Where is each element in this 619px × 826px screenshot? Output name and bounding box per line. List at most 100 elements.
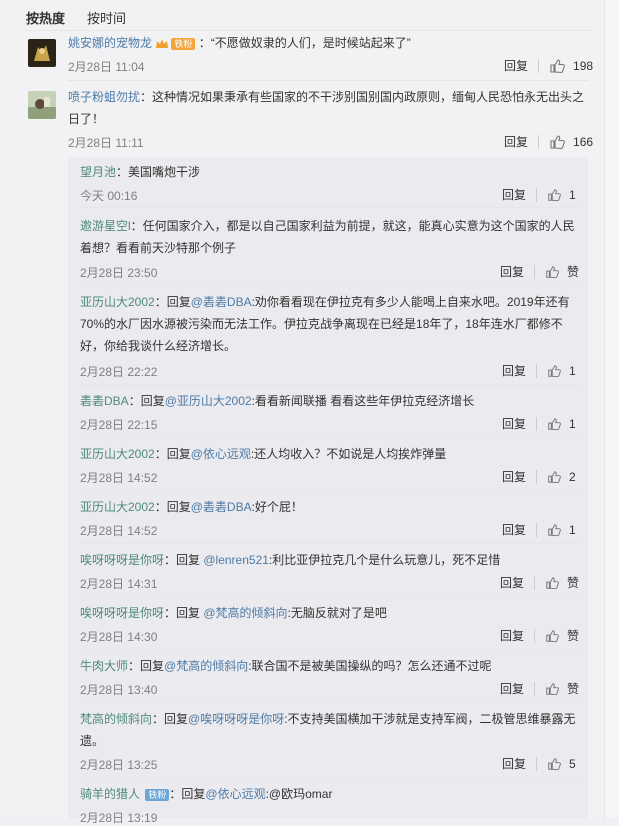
reply-mention[interactable]: @砉砉DBA [191, 295, 252, 309]
reply-username[interactable]: 邀游星空l [80, 219, 131, 233]
reply-button[interactable]: 回复 [504, 57, 528, 74]
reply-actions: 回复 1 [502, 521, 576, 538]
like-button[interactable]: 1 [547, 364, 576, 378]
reply-button[interactable]: 回复 [502, 521, 526, 538]
like-button[interactable]: 赞 [545, 263, 579, 280]
like-label: 赞 [567, 576, 580, 590]
reply-time: 2月28日 14:31 [80, 577, 158, 591]
tab-sort-hot[interactable]: 按热度 [26, 8, 65, 27]
reply-body: :不支持美国横加干涉就是支持军阀，二极管思维暴露无 [284, 712, 576, 726]
comment-body: ：“不愿做奴隶的人们，是时候站起来了” [198, 36, 411, 50]
reply-time: 今天 00:16 [80, 189, 138, 203]
like-count: 5 [569, 756, 576, 771]
reply-button[interactable]: 回复 [500, 574, 524, 591]
reply-body-cont: 好，你给我谈什么经济增长。 [80, 339, 237, 353]
reply-button[interactable]: 回复 [500, 627, 524, 644]
like-button[interactable]: 198 [549, 58, 593, 74]
reply-mention[interactable]: @依心远观 [205, 787, 265, 801]
reply-username[interactable]: 唉呀呀呀是你呀 [80, 553, 164, 567]
reply-username[interactable]: 唉呀呀呀是你呀 [80, 606, 164, 620]
reply-divider [80, 284, 580, 285]
reply-body: ：美国嘴炮干涉 [116, 165, 201, 179]
avatar[interactable] [28, 91, 56, 119]
like-count: 166 [573, 134, 594, 149]
reply-body-cont: 着想？看看前天沙特那个例子 [80, 241, 237, 255]
reply-text: 望月池：美国嘴炮干涉 [80, 161, 200, 183]
reply-prefix: ：回复 [128, 659, 165, 673]
like-button[interactable]: 1 [547, 417, 576, 431]
reply-mention[interactable]: @亚历山大2002 [165, 394, 252, 408]
comment-text: 喷子粉蛆勿扰：这种情况如果秉承有些国家的不干涉别国别国内政原则，缅甸人民恐怕永无… [68, 86, 588, 130]
like-button[interactable]: 1 [547, 188, 576, 202]
reply-username[interactable]: 望月池 [80, 165, 116, 179]
like-button[interactable]: 赞 [545, 627, 579, 644]
reply-prefix: ：回复 [164, 553, 204, 567]
like-button[interactable]: 166 [549, 134, 593, 150]
thumbs-up-icon [545, 629, 559, 643]
reply-button[interactable]: 回复 [502, 468, 526, 485]
thumbs-up-icon [545, 576, 559, 590]
reply-button[interactable]: 回复 [500, 263, 524, 280]
comment-username[interactable]: 姚安娜的宠物龙 [68, 36, 152, 50]
comment-body-cont: 日了！ [68, 112, 105, 126]
like-button[interactable]: 1 [547, 523, 576, 537]
fan-badge: 铁粉 [171, 37, 196, 50]
like-label: 赞 [567, 682, 580, 696]
comment-username[interactable]: 喷子粉蛆勿扰 [68, 90, 140, 104]
reply-mention[interactable]: @梵高的倾斜向 [203, 606, 287, 620]
like-button[interactable]: 2 [547, 470, 576, 484]
reply-username[interactable]: 砉砉DBA [80, 394, 129, 408]
reply-button[interactable]: 回复 [502, 755, 526, 772]
crown-icon [155, 38, 169, 50]
reply-text: 邀游星空l：任何国家介入，都是以自己国家利益为前提，就这，能真心实意为这个国家的… [80, 215, 580, 259]
reply-username[interactable]: 亚历山大2002 [80, 500, 155, 514]
reply-username[interactable]: 梵高的倾斜向 [80, 712, 152, 726]
reply-actions: 回复 1 [502, 186, 576, 203]
like-button[interactable]: 5 [547, 757, 576, 771]
reply-username[interactable]: 牛肉大师 [80, 659, 128, 673]
reply-mention[interactable]: @砉砉DBA [191, 500, 252, 514]
reply-divider [80, 702, 580, 703]
reply-mention[interactable]: @lenren521 [203, 553, 269, 567]
reply-username[interactable]: 骑羊的猎人 [80, 787, 140, 801]
thumbs-up-icon [547, 417, 561, 431]
like-count: 2 [569, 469, 576, 484]
thumbs-up-icon [545, 265, 559, 279]
reply-divider [80, 207, 580, 208]
reply-prefix: ：回复 [154, 295, 191, 309]
reply-text: 亚历山大2002：回复@砉砉DBA:好个屁！ [80, 496, 303, 518]
reply-username[interactable]: 亚历山大2002 [80, 295, 155, 309]
scrollbar[interactable] [604, 0, 619, 818]
avatar[interactable] [28, 39, 56, 67]
like-button[interactable]: 赞 [545, 574, 579, 591]
reply-actions: 回复 赞 [500, 263, 579, 280]
like-button[interactable]: 赞 [545, 680, 579, 697]
reply-body: :@欧玛omar [265, 787, 333, 801]
thumbs-up-icon [549, 58, 565, 74]
reply-body: :利比亚伊拉克几个是什么玩意儿，死不足惜 [268, 553, 501, 567]
reply-time: 2月28日 14:52 [80, 471, 158, 485]
reply-mention[interactable]: @唉呀呀呀是你呀 [188, 712, 284, 726]
reply-button[interactable]: 回复 [502, 186, 526, 203]
like-count: 1 [569, 187, 576, 202]
reply-body-cont: 遗。 [80, 734, 105, 748]
like-count: 1 [569, 416, 576, 431]
reply-actions: 回复 2 [502, 468, 576, 485]
reply-prefix: ：回复 [169, 787, 206, 801]
reply-button[interactable]: 回复 [500, 680, 524, 697]
like-label: 赞 [567, 265, 580, 279]
reply-body: :联合国不是被美国操纵的吗？怎么还通不过呢 [248, 659, 492, 673]
reply-button[interactable]: 回复 [502, 362, 526, 379]
reply-time: 2月28日 14:30 [80, 630, 158, 644]
reply-actions: 回复 赞 [500, 574, 579, 591]
reply-button[interactable]: 回复 [504, 133, 528, 150]
reply-time: 2月28日 13:40 [80, 683, 158, 697]
thumbs-up-icon [549, 134, 565, 150]
reply-button[interactable]: 回复 [502, 415, 526, 432]
reply-mention[interactable]: @依心远观 [191, 447, 251, 461]
reply-mention[interactable]: @梵高的倾斜向 [164, 659, 248, 673]
reply-text: 骑羊的猎人 铁粉 ：回复@依心远观:@欧玛omar [80, 783, 332, 805]
tab-sort-time[interactable]: 按时间 [87, 8, 126, 27]
reply-username[interactable]: 亚历山大2002 [80, 447, 155, 461]
comment-actions: 回复 198 [504, 57, 593, 74]
